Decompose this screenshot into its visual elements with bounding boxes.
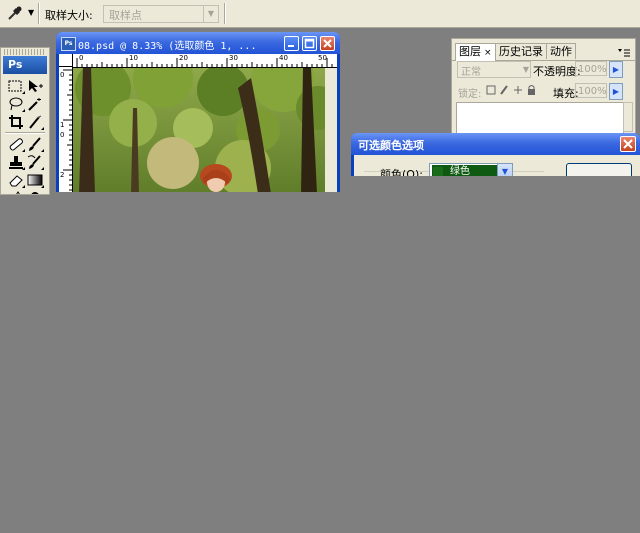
dialog-titlebar[interactable]: 可选颜色选项 <box>351 133 640 155</box>
sample-size-label: 取样大小: <box>45 9 93 22</box>
horizontal-ruler[interactable]: 0 10 20 30 40 50 <box>73 54 337 68</box>
blend-mode-value: 正常 <box>461 67 481 78</box>
gradient-icon[interactable] <box>26 172 44 188</box>
vertical-ruler[interactable]: 0 1 0 2 <box>59 67 73 192</box>
document-scrollbar[interactable] <box>325 68 337 192</box>
toolbox-grip[interactable] <box>4 49 46 55</box>
layers-panel: 图层 × 历史记录 动作 正常 ▼ 不透明度: 100% ▶ 锁定: 填充: 10… <box>451 38 636 135</box>
crop-icon[interactable] <box>7 114 25 130</box>
options-bar: ▼ 取样大小: 取样点 ▼ <box>0 0 640 28</box>
ruler-label: 0 <box>60 131 65 139</box>
clone-stamp-icon[interactable] <box>7 154 25 170</box>
ruler-corner[interactable] <box>59 54 73 67</box>
marquee-icon[interactable] <box>7 78 25 94</box>
color-swatch <box>433 167 443 176</box>
panel-tabs: 图层 × 历史记录 动作 <box>452 43 635 61</box>
separator <box>5 132 45 134</box>
ruler-label: 2 <box>60 171 65 179</box>
toolbox: Ps <box>0 47 50 195</box>
fill-slider-button[interactable]: ▶ <box>609 83 623 100</box>
ruler-label: 50 <box>318 54 327 62</box>
opacity-slider-button[interactable]: ▶ <box>609 61 623 78</box>
separator <box>38 3 40 24</box>
tab-label: 动作 <box>550 45 572 58</box>
fill-field[interactable]: 100% <box>575 83 607 98</box>
dialog-title: 可选颜色选项 <box>358 139 424 152</box>
lock-label: 锁定: <box>458 89 482 100</box>
ruler-label: 40 <box>279 54 288 62</box>
opacity-field[interactable]: 100% <box>575 61 607 76</box>
healing-brush-icon[interactable] <box>7 136 25 152</box>
separator <box>224 3 226 24</box>
tab-label: 历史记录 <box>499 45 543 58</box>
lock-image-icon <box>500 85 508 95</box>
ruler-label: 1 <box>60 121 65 129</box>
ruler-label: 0 <box>60 71 65 79</box>
maximize-button[interactable] <box>302 36 317 51</box>
lock-position-icon <box>514 86 522 94</box>
chevron-down-icon[interactable]: ▼ <box>203 6 218 22</box>
brush-icon[interactable] <box>26 136 44 152</box>
dodge-icon[interactable] <box>26 190 44 194</box>
blur-icon[interactable] <box>9 190 27 194</box>
chevron-down-icon[interactable]: ▼ <box>523 62 529 77</box>
lock-all-icon <box>528 89 535 95</box>
tool-preset-arrow[interactable]: ▼ <box>28 8 34 17</box>
color-label: 颜色(O): <box>380 168 423 176</box>
chevron-down-icon[interactable]: ▼ <box>497 164 512 176</box>
ok-button[interactable] <box>566 163 632 176</box>
tab-label: 图层 <box>459 45 481 58</box>
ruler-label: 30 <box>229 54 238 62</box>
document-ps-icon: Ps <box>61 37 76 51</box>
lock-transparent-icon <box>486 85 496 95</box>
layers-list[interactable] <box>456 102 624 134</box>
document-title: 08.psd @ 8.33% (选取颜色 1, ... <box>78 41 257 52</box>
document-titlebar[interactable]: Ps 08.psd @ 8.33% (选取颜色 1, ... <box>56 32 340 54</box>
eyedropper-icon[interactable] <box>6 4 24 22</box>
document-window: Ps 08.psd @ 8.33% (选取颜色 1, ... 0 10 20 3… <box>56 32 340 192</box>
tab-layers[interactable]: 图层 × <box>455 43 496 61</box>
eraser-icon[interactable] <box>7 172 25 188</box>
lock-icons <box>486 84 546 99</box>
slice-icon[interactable] <box>26 114 44 130</box>
history-brush-icon[interactable] <box>26 154 44 170</box>
sample-size-value: 取样点 <box>109 9 142 22</box>
opacity-label: 不透明度: <box>533 65 581 78</box>
magic-wand-icon[interactable] <box>26 96 44 112</box>
panel-menu-icon[interactable] <box>617 47 631 62</box>
dialog-close-button[interactable] <box>620 136 636 152</box>
sample-size-select[interactable]: 取样点 ▼ <box>103 5 219 23</box>
tab-actions[interactable]: 动作 <box>546 43 576 59</box>
dialog-body: 颜色(O): 绿色 ▼ <box>354 155 640 176</box>
color-select[interactable]: 绿色 ▼ <box>429 163 513 176</box>
ruler-label: 20 <box>179 54 188 62</box>
ruler-label: 10 <box>129 54 138 62</box>
minimize-button[interactable] <box>284 36 299 51</box>
ruler-label: 0 <box>79 54 84 62</box>
document-body: 0 10 20 30 40 50 0 1 0 2 <box>59 54 337 192</box>
photoshop-logo[interactable]: Ps <box>3 56 47 74</box>
move-icon[interactable] <box>26 78 44 94</box>
layers-scrollbar[interactable] <box>623 102 633 132</box>
lasso-icon[interactable] <box>7 96 25 112</box>
blend-mode-select[interactable]: 正常 ▼ <box>457 61 531 78</box>
selective-color-dialog: 可选颜色选项 颜色(O): 绿色 ▼ <box>351 133 640 176</box>
close-icon[interactable]: × <box>484 48 492 58</box>
close-button[interactable] <box>320 36 335 51</box>
image-canvas[interactable] <box>73 68 325 192</box>
tab-history[interactable]: 历史记录 <box>495 43 547 59</box>
